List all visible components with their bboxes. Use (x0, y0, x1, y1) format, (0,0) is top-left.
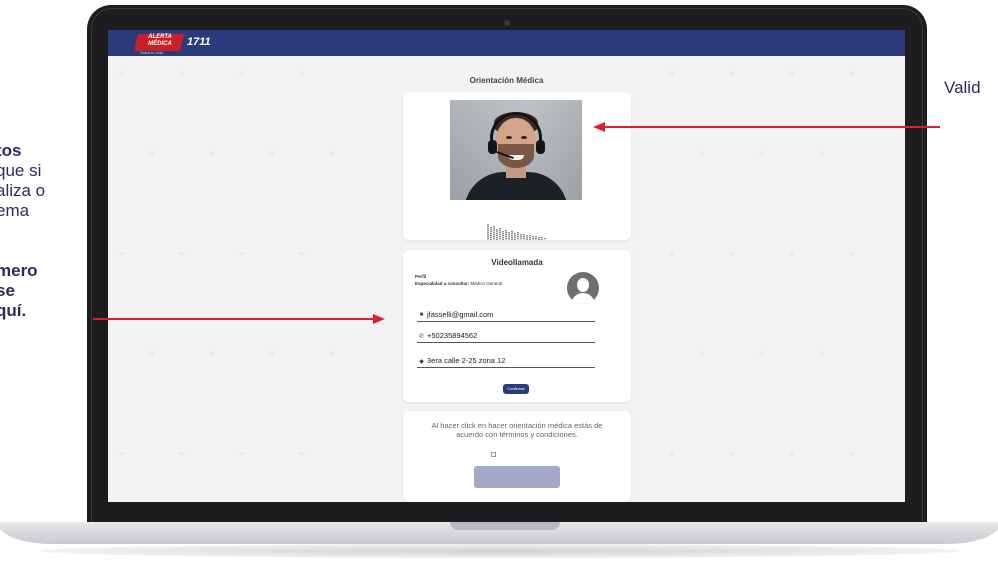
video-preview-card (403, 92, 631, 240)
especialidad-row: Especialidad a consultar: Médico General (415, 281, 502, 286)
laptop-shadow (40, 544, 960, 558)
watermark-logo: ≋ (178, 451, 184, 458)
watermark-logo: ≋ (328, 151, 334, 158)
watermark-logo: ≋ (698, 151, 704, 158)
watermark-logo: ≋ (238, 251, 244, 258)
watermark-logo: ≋ (148, 351, 154, 358)
laptop-screen: ALERTA MÉDICA 1711 Salva tu vida ≋ ≋ ≋ ≋… (108, 30, 905, 502)
left-arrow-head (373, 314, 385, 324)
watermark-logo: ≋ (788, 451, 794, 458)
webcam-video-feed (450, 100, 582, 200)
watermark-logo: ≋ (848, 251, 854, 258)
annotation-line-4: ema (0, 201, 30, 220)
watermark-logo: ≋ (118, 251, 124, 258)
watermark-logo: ≋ (208, 151, 214, 158)
watermark-logo: ≋ (328, 351, 334, 358)
perfil-label: Perfil (415, 274, 427, 279)
watermark-logo: ≋ (728, 251, 734, 258)
perfil-row: Perfil (415, 274, 426, 279)
watermark-logo: ≋ (268, 351, 274, 358)
watermark-logo: ≋ (788, 251, 794, 258)
annotation-line-1: tos (0, 141, 22, 160)
especialidad-label: Especialidad a consultar: (415, 281, 470, 286)
brand-logo-tagline: Salva tu vida (140, 50, 163, 55)
start-consultation-button[interactable] (474, 466, 560, 488)
left-annotation-text: tos que si aliza o ema , mero se quí. (0, 141, 45, 321)
logo-line-1: ALERTA (148, 34, 172, 40)
watermark-logo: ≋ (758, 351, 764, 358)
phone-value: +50235894562 (427, 331, 478, 340)
address-value: 3era calle 2-25 zona 12 (427, 356, 506, 365)
watermark-logo: ≋ (118, 451, 124, 458)
email-icon: ■ (419, 312, 424, 318)
watermark-logo: ≋ (298, 451, 304, 458)
watermark-logo: ≋ (178, 251, 184, 258)
location-icon: ◆ (419, 359, 424, 365)
avatar (567, 272, 599, 304)
left-arrow-line (93, 318, 375, 320)
page-title: Orientación Médica (469, 76, 544, 85)
watermark-logo: ≋ (238, 451, 244, 458)
brand-logo[interactable]: ALERTA MÉDICA (138, 34, 182, 48)
webcam-dot (504, 20, 510, 26)
brand-logo-number: 1711 (187, 36, 211, 48)
annotation-line-3: aliza o (0, 181, 46, 200)
annotation-line-9: quí. (0, 301, 27, 320)
watermark-logo: ≋ (148, 151, 154, 158)
watermark-logo: ≋ (668, 451, 674, 458)
watermark-logo: ≋ (208, 351, 214, 358)
terms-card: Al hacer click en hacer orientación médi… (403, 411, 631, 502)
audio-level-meter (487, 224, 546, 240)
logo-line-2: MÉDICA (148, 41, 172, 47)
annotation-line-7: mero (0, 261, 38, 280)
videollamada-card: Videollamada Perfil Especialidad a consu… (403, 250, 631, 402)
user-icon (577, 278, 589, 292)
especialidad-value: Médico General (470, 281, 503, 286)
watermark-logo: ≋ (668, 251, 674, 258)
laptop-notch (450, 522, 560, 530)
email-field[interactable]: ■ jfasselli@gmail.com (417, 310, 595, 322)
email-value: jfasselli@gmail.com (427, 310, 494, 319)
confirm-button[interactable]: Confirmar (503, 384, 529, 394)
watermark-logo: ≋ (728, 451, 734, 458)
terms-text: Al hacer click en hacer orientación médi… (431, 421, 603, 439)
watermark-logo: ≋ (298, 251, 304, 258)
annotation-line-2: que si (0, 161, 42, 180)
watermark-logo: ≋ (818, 351, 824, 358)
terms-checkbox[interactable] (491, 452, 496, 457)
app-header: ALERTA MÉDICA 1711 Salva tu vida (108, 30, 905, 56)
annotation-line-5: , (0, 221, 1, 240)
right-arrow-head (593, 122, 605, 132)
videollamada-title: Videollamada (491, 258, 543, 267)
watermark-logo: ≋ (758, 151, 764, 158)
phone-field[interactable]: ✆ +50235894562 (417, 331, 595, 343)
address-field[interactable]: ◆ 3era calle 2-25 zona 12 (417, 356, 595, 368)
watermark-logo: ≋ (818, 151, 824, 158)
right-annotation-text: Valid (944, 78, 981, 97)
annotation-line-8: se (0, 281, 15, 300)
watermark-logo: ≋ (268, 151, 274, 158)
watermark-logo: ≋ (698, 351, 704, 358)
right-arrow-line (605, 126, 940, 128)
watermark-logo: ≋ (848, 451, 854, 458)
phone-icon: ✆ (418, 334, 425, 340)
